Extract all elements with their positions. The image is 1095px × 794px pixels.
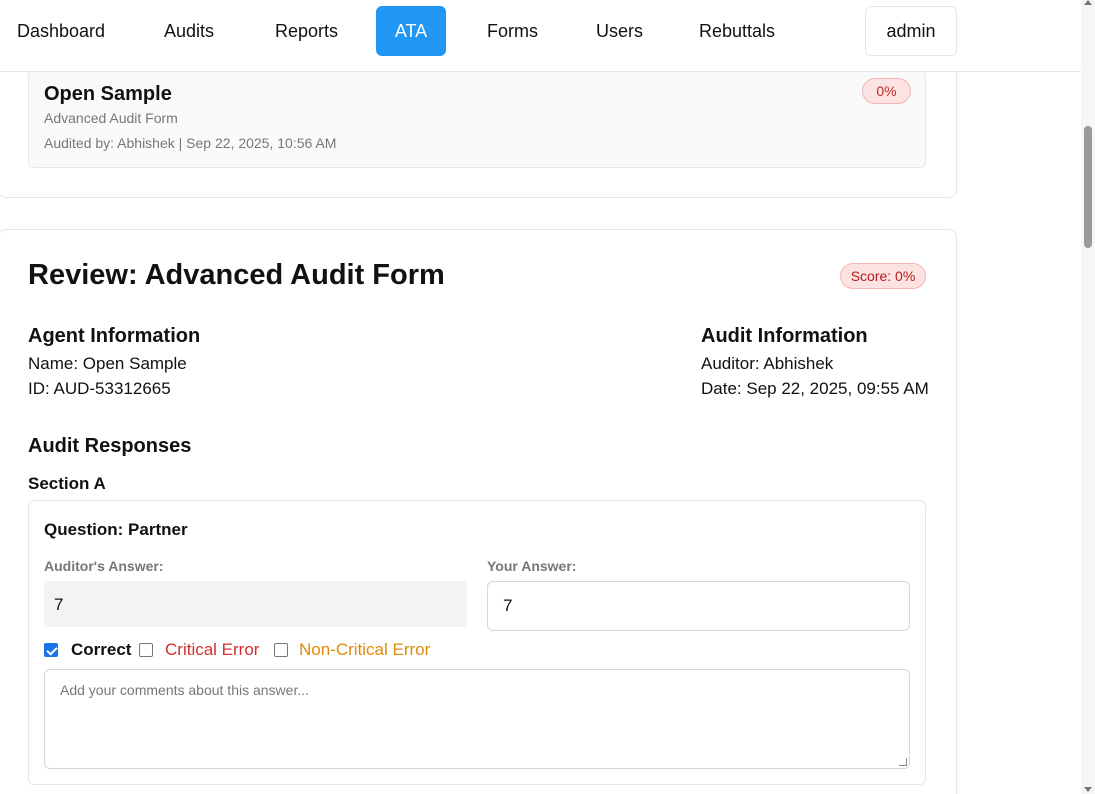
sample-meta: Audited by: Abhishek | Sep 22, 2025, 10:… — [44, 135, 337, 151]
non-critical-error-label[interactable]: Non-Critical Error — [299, 640, 430, 660]
nav-dashboard[interactable]: Dashboard — [0, 6, 122, 56]
resize-handle-icon[interactable] — [899, 758, 907, 766]
agent-info-heading: Agent Information — [28, 325, 201, 347]
auditor-answer-label: Auditor's Answer: — [44, 558, 164, 574]
user-menu-button[interactable]: admin — [865, 6, 957, 56]
agent-name: Name: Open Sample — [28, 354, 187, 373]
nav-audits[interactable]: Audits — [147, 6, 231, 56]
nav-forms[interactable]: Forms — [470, 6, 555, 56]
audit-date: Date: Sep 22, 2025, 09:55 AM — [701, 379, 929, 398]
correct-label[interactable]: Correct — [71, 640, 131, 660]
question-title: Question: Partner — [44, 520, 188, 539]
your-answer-input[interactable] — [487, 581, 910, 631]
audit-auditor: Auditor: Abhishek — [701, 354, 834, 373]
score-badge: Score: 0% — [840, 263, 926, 289]
audit-info-heading: Audit Information — [701, 325, 868, 347]
sample-score-badge: 0% — [862, 78, 911, 104]
scroll-down-icon[interactable] — [1084, 787, 1092, 792]
page-scrollbar[interactable] — [1081, 0, 1095, 794]
auditor-answer-value: 7 — [44, 581, 467, 627]
sample-title: Open Sample — [44, 83, 172, 105]
top-nav: Dashboard Audits Reports ATA Forms Users… — [0, 0, 1081, 72]
your-answer-label: Your Answer: — [487, 558, 577, 574]
critical-error-checkbox[interactable] — [139, 643, 153, 657]
question-card: Question: Partner Auditor's Answer: 7 Yo… — [28, 500, 926, 785]
scroll-thumb[interactable] — [1084, 126, 1092, 248]
section-heading: Section A — [28, 474, 106, 493]
nav-rebuttals[interactable]: Rebuttals — [682, 6, 792, 56]
sample-card[interactable]: Open Sample Advanced Audit Form Audited … — [28, 70, 926, 168]
sample-form-name: Advanced Audit Form — [44, 110, 178, 126]
agent-id: ID: AUD-53312665 — [28, 379, 171, 398]
critical-error-label[interactable]: Critical Error — [165, 640, 259, 660]
nav-reports[interactable]: Reports — [258, 6, 355, 56]
correct-checkbox[interactable] — [44, 643, 58, 657]
nav-ata[interactable]: ATA — [376, 6, 446, 56]
nav-users[interactable]: Users — [579, 6, 660, 56]
scroll-up-icon[interactable] — [1084, 0, 1092, 5]
non-critical-error-checkbox[interactable] — [274, 643, 288, 657]
comments-textarea[interactable] — [44, 669, 910, 769]
page-title: Review: Advanced Audit Form — [28, 259, 445, 291]
audit-responses-heading: Audit Responses — [28, 435, 192, 457]
